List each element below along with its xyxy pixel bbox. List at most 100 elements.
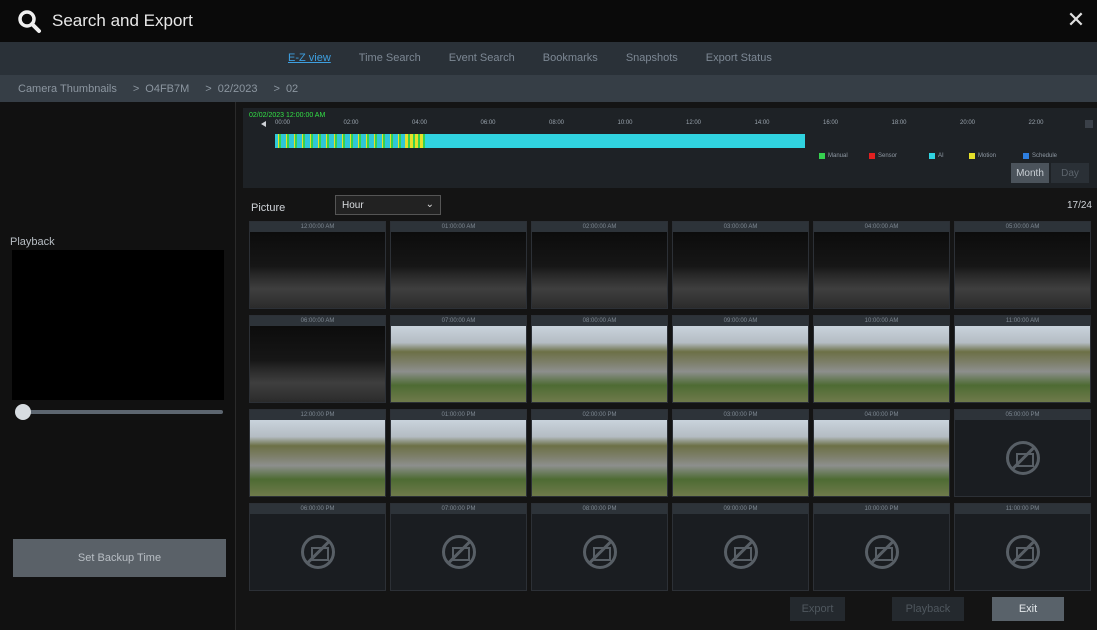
- thumbnail-time: 12:00:00 AM: [250, 222, 385, 232]
- playback-video[interactable]: [12, 250, 224, 400]
- playback-slider-track[interactable]: [20, 410, 223, 414]
- thumbnail-cell[interactable]: 12:00:00 PM: [249, 409, 386, 497]
- thumbnail-image: [250, 232, 385, 308]
- timeline-hour-label: 00:00: [275, 120, 291, 126]
- month-button[interactable]: Month: [1011, 163, 1049, 183]
- legend-swatch: [1023, 153, 1029, 159]
- timeline-hours: 00:00 02:00 04:00 06:00 08:00 10:00 12:00 14:00…: [249, 120, 1091, 130]
- timeline-record-bar-ai[interactable]: [425, 134, 805, 148]
- no-image-icon: [391, 514, 526, 590]
- timeline[interactable]: 02/02/2023 12:00:00 AM 00:00 02:00 04:00 06…: [243, 108, 1097, 188]
- thumbnail-image: [673, 326, 808, 402]
- playback-button[interactable]: Playback: [892, 597, 964, 621]
- legend-item: Schedule: [1023, 153, 1057, 159]
- thumbnail-cell[interactable]: 02:00:00 PM: [531, 409, 668, 497]
- thumbnail-time: 07:00:00 PM: [391, 504, 526, 514]
- thumbnail-cell[interactable]: 04:00:00 AM: [813, 221, 950, 309]
- close-icon[interactable]: ✕: [1065, 9, 1087, 32]
- thumbnail-cell[interactable]: 05:00:00 PM: [954, 409, 1091, 497]
- breadcrumb-item[interactable]: 02: [286, 83, 298, 95]
- export-button[interactable]: Export: [790, 597, 845, 621]
- thumbnail-time: 06:00:00 AM: [250, 316, 385, 326]
- breadcrumb-separator: >: [132, 82, 140, 95]
- thumbnail-image: [391, 326, 526, 402]
- search-export-window: Search and Export ✕ E-Z view Time Search E…: [0, 0, 1097, 630]
- thumbnail-image: [532, 420, 667, 496]
- thumbnail-cell[interactable]: 02:00:00 AM: [531, 221, 668, 309]
- tab-list: E-Z view Time Search Event Search Bookmarks…: [274, 42, 786, 75]
- thumbnail-cell[interactable]: 09:00:00 AM: [672, 315, 809, 403]
- thumbnail-cell[interactable]: 10:00:00 PM: [813, 503, 950, 591]
- timeline-hour-label: 04:00: [412, 120, 428, 126]
- legend-item: Motion: [969, 153, 996, 159]
- thumbnail-cell[interactable]: 07:00:00 PM: [390, 503, 527, 591]
- thumbnail-image: [532, 326, 667, 402]
- breadcrumb: Camera Thumbnails > O4FB7M >02/2023 >02: [0, 75, 1097, 102]
- tab-4[interactable]: Snapshots: [612, 42, 692, 75]
- breadcrumb-separator: >: [205, 82, 212, 95]
- thumbnail-time: 10:00:00 AM: [814, 316, 949, 326]
- title-bar: Search and Export ✕: [0, 0, 1097, 42]
- thumbnail-time: 01:00:00 PM: [391, 410, 526, 420]
- thumbnail-image: [673, 420, 808, 496]
- breadcrumb-item[interactable]: Camera Thumbnails: [18, 83, 117, 95]
- thumbnail-cell[interactable]: 06:00:00 AM: [249, 315, 386, 403]
- timeline-next-icon[interactable]: [1085, 120, 1093, 128]
- thumbnail-cell[interactable]: 06:00:00 PM: [249, 503, 386, 591]
- thumbnail-cell[interactable]: 05:00:00 AM: [954, 221, 1091, 309]
- thumbnail-image: [814, 326, 949, 402]
- no-image-icon: [532, 514, 667, 590]
- day-button[interactable]: Day: [1051, 163, 1089, 183]
- page-counter: 17/24: [1066, 200, 1092, 211]
- timeline-hour-label: 16:00: [823, 120, 839, 126]
- timeline-hour-label: 08:00: [549, 120, 565, 126]
- breadcrumb-item[interactable]: 02/2023: [218, 83, 258, 95]
- picture-interval-value: Hour: [342, 199, 364, 211]
- breadcrumb-item[interactable]: O4FB7M: [145, 83, 189, 95]
- timeline-hour-label: 06:00: [480, 120, 496, 126]
- exit-button[interactable]: Exit: [992, 597, 1064, 621]
- playback-slider-knob[interactable]: [15, 404, 31, 420]
- thumbnail-grid: 12:00:00 AM 01:00:00 AM 02:00:00 AM 03:00:0…: [249, 221, 1094, 605]
- thumbnail-time: 05:00:00 PM: [955, 410, 1090, 420]
- thumbnail-cell[interactable]: 01:00:00 PM: [390, 409, 527, 497]
- thumbnail-cell[interactable]: 09:00:00 PM: [672, 503, 809, 591]
- picture-label: Picture: [251, 202, 286, 214]
- thumbnail-cell[interactable]: 11:00:00 PM: [954, 503, 1091, 591]
- thumbnail-cell[interactable]: 07:00:00 AM: [390, 315, 527, 403]
- thumbnail-time: 04:00:00 AM: [814, 222, 949, 232]
- set-backup-time-button[interactable]: Set Backup Time: [13, 539, 226, 577]
- thumbnail-cell[interactable]: 08:00:00 AM: [531, 315, 668, 403]
- thumbnail-image: [814, 232, 949, 308]
- thumbnail-time: 11:00:00 PM: [955, 504, 1090, 514]
- no-image-icon: [673, 514, 808, 590]
- thumbnail-time: 09:00:00 AM: [673, 316, 808, 326]
- no-image-icon: [955, 420, 1090, 496]
- picture-interval-select[interactable]: Hour ⌄: [335, 195, 441, 215]
- legend-label: Manual: [828, 153, 848, 159]
- tab-0[interactable]: E-Z view: [274, 42, 345, 75]
- thumbnail-cell[interactable]: 03:00:00 PM: [672, 409, 809, 497]
- no-image-icon: [955, 514, 1090, 590]
- thumbnail-cell[interactable]: 12:00:00 AM: [249, 221, 386, 309]
- thumbnail-cell[interactable]: 04:00:00 PM: [813, 409, 950, 497]
- thumbnail-cell[interactable]: 01:00:00 AM: [390, 221, 527, 309]
- tab-5[interactable]: Export Status: [692, 42, 786, 75]
- tab-2[interactable]: Event Search: [435, 42, 529, 75]
- tab-1[interactable]: Time Search: [345, 42, 435, 75]
- thumbnail-time: 08:00:00 PM: [532, 504, 667, 514]
- thumbnail-cell[interactable]: 11:00:00 AM: [954, 315, 1091, 403]
- thumbnail-image: [673, 232, 808, 308]
- thumbnail-image: [250, 420, 385, 496]
- thumbnail-cell[interactable]: 03:00:00 AM: [672, 221, 809, 309]
- tab-3[interactable]: Bookmarks: [529, 42, 612, 75]
- timeline-date: 02/02/2023 12:00:00 AM: [249, 112, 326, 119]
- thumbnail-cell[interactable]: 10:00:00 AM: [813, 315, 950, 403]
- thumbnail-image: [391, 420, 526, 496]
- thumbnail-time: 05:00:00 AM: [955, 222, 1090, 232]
- thumbnail-image: [814, 420, 949, 496]
- thumbnail-cell[interactable]: 08:00:00 PM: [531, 503, 668, 591]
- thumbnail-time: 01:00:00 AM: [391, 222, 526, 232]
- tab-bar: E-Z view Time Search Event Search Bookmarks…: [0, 42, 1097, 75]
- left-panel: Playback Set Backup Time: [0, 102, 236, 630]
